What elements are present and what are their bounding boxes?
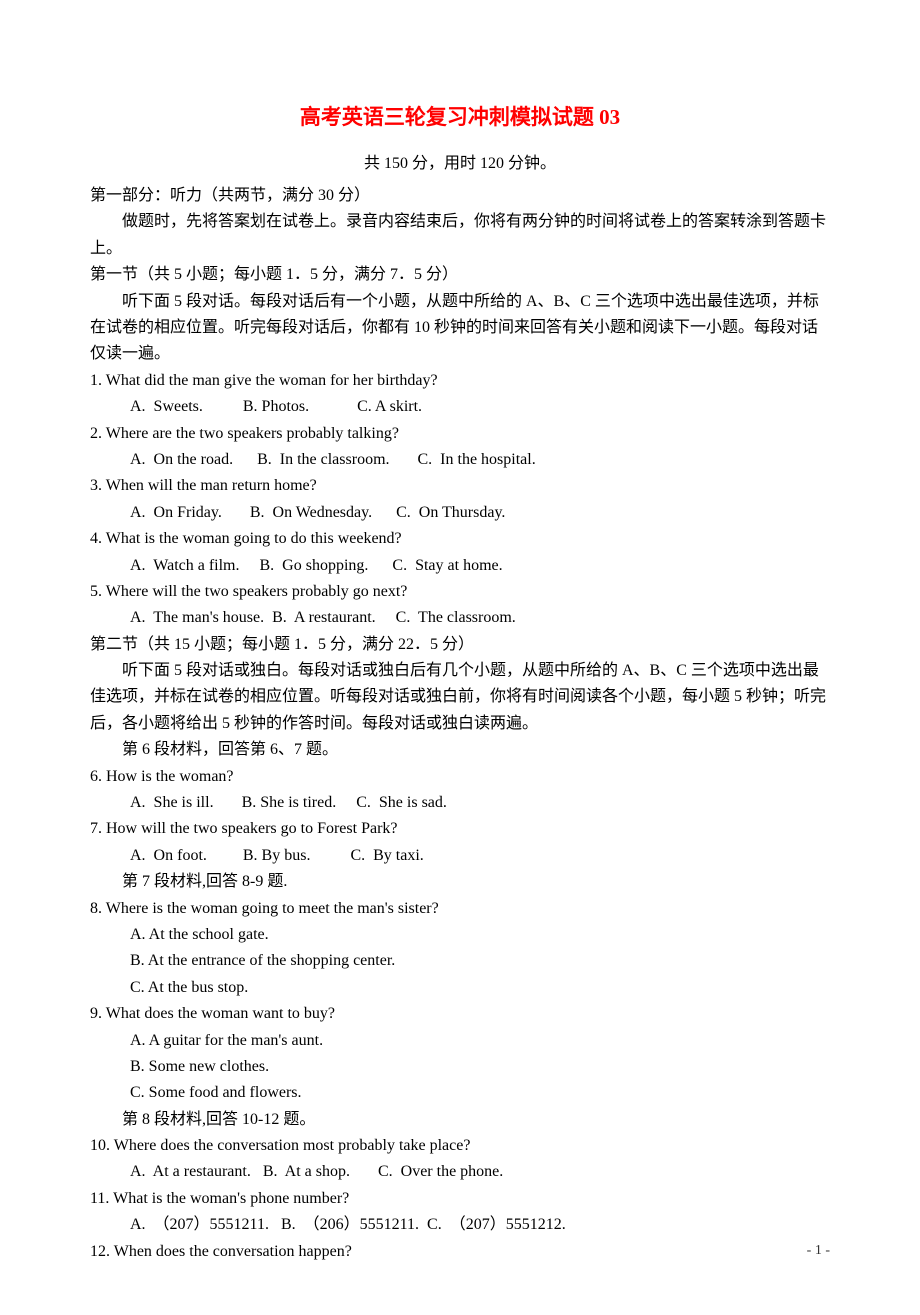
question-4-options: A. Watch a film. B. Go shopping. C. Stay… <box>90 553 830 579</box>
question-2-options: A. On the road. B. In the classroom. C. … <box>90 447 830 473</box>
material-7-note: 第 7 段材料,回答 8-9 题. <box>90 869 830 895</box>
question-9-option-b: B. Some new clothes. <box>90 1054 830 1080</box>
question-5: 5. Where will the two speakers probably … <box>90 579 830 605</box>
question-8-option-a: A. At the school gate. <box>90 922 830 948</box>
question-8-option-b: B. At the entrance of the shopping cente… <box>90 948 830 974</box>
question-12: 12. When does the conversation happen? <box>90 1239 830 1265</box>
question-1-options: A. Sweets. B. Photos. C. A skirt. <box>90 394 830 420</box>
question-9-option-a: A. A guitar for the man's aunt. <box>90 1028 830 1054</box>
question-7-options: A. On foot. B. By bus. C. By taxi. <box>90 843 830 869</box>
question-7: 7. How will the two speakers go to Fores… <box>90 816 830 842</box>
question-8: 8. Where is the woman going to meet the … <box>90 896 830 922</box>
section1-heading: 第一节（共 5 小题；每小题 1．5 分，满分 7．5 分） <box>90 262 830 288</box>
section2-instruction: 听下面 5 段对话或独白。每段对话或独白后有几个小题，从题中所给的 A、B、C … <box>90 658 830 737</box>
question-2: 2. Where are the two speakers probably t… <box>90 421 830 447</box>
question-3: 3. When will the man return home? <box>90 473 830 499</box>
page-number: - 1 - <box>807 1239 830 1262</box>
question-3-options: A. On Friday. B. On Wednesday. C. On Thu… <box>90 500 830 526</box>
question-11: 11. What is the woman's phone number? <box>90 1186 830 1212</box>
question-1: 1. What did the man give the woman for h… <box>90 368 830 394</box>
question-6-options: A. She is ill. B. She is tired. C. She i… <box>90 790 830 816</box>
question-9-option-c: C. Some food and flowers. <box>90 1080 830 1106</box>
part1-instruction: 做题时，先将答案划在试卷上。录音内容结束后，你将有两分钟的时间将试卷上的答案转涂… <box>90 209 830 262</box>
question-10-options: A. At a restaurant. B. At a shop. C. Ove… <box>90 1159 830 1185</box>
question-10: 10. Where does the conversation most pro… <box>90 1133 830 1159</box>
question-4: 4. What is the woman going to do this we… <box>90 526 830 552</box>
document-subtitle: 共 150 分，用时 120 分钟。 <box>90 151 830 177</box>
document-title: 高考英语三轮复习冲刺模拟试题 03 <box>90 100 830 135</box>
part1-heading: 第一部分：听力（共两节，满分 30 分） <box>90 183 830 209</box>
material-8-note: 第 8 段材料,回答 10-12 题。 <box>90 1107 830 1133</box>
question-6: 6. How is the woman? <box>90 764 830 790</box>
section1-instruction: 听下面 5 段对话。每段对话后有一个小题，从题中所给的 A、B、C 三个选项中选… <box>90 289 830 368</box>
section2-heading: 第二节（共 15 小题；每小题 1．5 分，满分 22．5 分） <box>90 632 830 658</box>
question-9: 9. What does the woman want to buy? <box>90 1001 830 1027</box>
material-6-note: 第 6 段材料，回答第 6、7 题。 <box>90 737 830 763</box>
question-11-options: A. （207）5551211. B. （206）5551211. C. （20… <box>90 1212 830 1238</box>
question-8-option-c: C. At the bus stop. <box>90 975 830 1001</box>
question-5-options: A. The man's house. B. A restaurant. C. … <box>90 605 830 631</box>
